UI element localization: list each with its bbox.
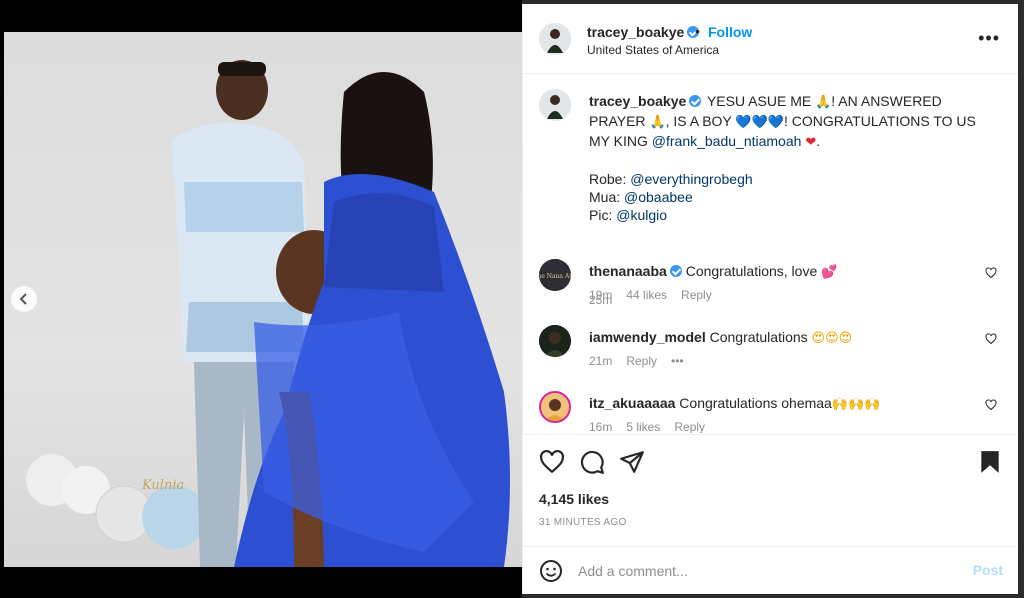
comment-input[interactable] (578, 559, 958, 583)
share-paper-plane-icon[interactable] (619, 449, 645, 475)
comment-text: iamwendy_model Congratulations 😍😍😍 (589, 329, 969, 346)
chevron-left-icon (19, 293, 27, 305)
credit-label: Pic: (589, 207, 617, 223)
comment-item: iamwendy_model Congratulations 😍😍😍 21m R… (539, 325, 1009, 371)
comment-item: The Nana Aba thenanaaba Congratulations,… (539, 259, 1009, 305)
mention-link[interactable]: @everythingrobegh (630, 171, 752, 187)
comment-timestamp[interactable]: 16m (589, 420, 612, 433)
emoji-picker-icon[interactable] (539, 559, 563, 583)
photographer-watermark: Kulnia (142, 478, 185, 493)
commenter-avatar[interactable] (539, 391, 571, 423)
commenter-username[interactable]: iamwendy_model (589, 329, 706, 345)
commenter-avatar[interactable]: The Nana Aba (539, 259, 571, 291)
page-scrollbar[interactable] (1018, 0, 1024, 598)
post-timestamp[interactable]: 31 MINUTES AGO (539, 517, 627, 528)
comment-body: Congratulations ohemaa (679, 395, 832, 411)
user-avatar-image: The Nana Aba (539, 259, 571, 291)
mention-link[interactable]: @obaabee (624, 189, 693, 205)
credit-label: Robe: (589, 171, 631, 187)
verified-badge-icon (669, 265, 682, 277)
post-header: tracey_boakye • Follow United States of … (523, 4, 1018, 74)
svg-text:The Nana Aba: The Nana Aba (539, 273, 571, 280)
comment-text: itz_akuaaaaa Congratulations ohemaa🙌🙌🙌 (589, 395, 969, 412)
caption-text: tracey_boakye YESU ASUE ME 🙏! AN ANSWERE… (589, 92, 989, 224)
post-comment-button[interactable]: Post (973, 562, 1003, 578)
comment-likes-count[interactable]: 5 likes (626, 420, 660, 433)
comment-timestamp[interactable]: 19m (589, 288, 612, 302)
post-actions: 4,145 likes 31 MINUTES AGO (523, 434, 1019, 544)
likes-count[interactable]: 4,145 likes (539, 491, 609, 507)
reply-button[interactable]: Reply (674, 420, 705, 433)
comment-meta: 19m 44 likes Reply (589, 288, 712, 302)
two-hearts-icon: 💕 (821, 265, 838, 280)
caption-username[interactable]: tracey_boakye (589, 93, 702, 109)
caption-segment: YESU ASUE ME (706, 93, 816, 109)
more-options-icon[interactable]: ••• (978, 28, 1000, 49)
post-media: Kulnia (0, 0, 522, 598)
comment-bubble-icon[interactable] (579, 449, 605, 475)
caption-author-avatar[interactable] (539, 89, 571, 121)
comment-body: Congratulations (709, 329, 812, 345)
like-comment-heart-icon[interactable] (985, 267, 997, 279)
raising-hands-icon: 🙌🙌🙌 (831, 397, 881, 412)
commenter-username[interactable]: itz_akuaaaaa (589, 395, 675, 411)
follow-button[interactable]: Follow (708, 24, 752, 40)
like-comment-heart-icon[interactable] (985, 399, 997, 411)
comment-body: Congratulations, love (685, 263, 822, 279)
credit-label: Mua: (589, 189, 625, 205)
user-avatar-image (539, 89, 571, 121)
comment-meta: 16m 5 likes Reply (589, 420, 705, 433)
comment-item: itz_akuaaaaa Congratulations ohemaa🙌🙌🙌 1… (539, 391, 1009, 433)
commenter-username[interactable]: thenanaaba (589, 263, 682, 279)
blue-heart-icon: 💙💙💙 (735, 115, 784, 130)
caption-segment: , IS A BOY (665, 113, 736, 129)
mention-link[interactable]: @frank_badu_ntiamoah (652, 133, 802, 149)
user-avatar-image (539, 23, 571, 55)
post-photo[interactable]: Kulnia (4, 32, 522, 567)
user-avatar-image (541, 393, 569, 421)
caption-username-text[interactable]: tracey_boakye (589, 93, 686, 109)
comment-text: thenanaaba Congratulations, love 💕 (589, 263, 969, 280)
commenter-username-text[interactable]: thenanaaba (589, 263, 667, 279)
reply-button[interactable]: Reply (626, 354, 657, 368)
comment-options-icon[interactable]: ••• (671, 354, 684, 368)
comment-meta: 21m Reply ••• (589, 354, 684, 368)
reply-button[interactable]: Reply (681, 288, 712, 302)
like-comment-heart-icon[interactable] (985, 333, 997, 345)
previous-slide-button[interactable] (11, 286, 37, 312)
comment-likes-count[interactable]: 44 likes (626, 288, 667, 302)
author-avatar[interactable] (539, 23, 571, 55)
comment-timestamp[interactable]: 21m (589, 354, 612, 368)
maternity-photo (26, 60, 510, 567)
bookmark-icon[interactable] (977, 449, 1003, 475)
commenter-avatar[interactable] (539, 325, 571, 357)
mention-link[interactable]: @kulgio (616, 207, 667, 223)
praying-hands-icon: 🙏 (649, 115, 666, 130)
author-username[interactable]: tracey_boakye (587, 24, 700, 40)
header-separator: • (695, 23, 700, 39)
post-location[interactable]: United States of America (587, 43, 719, 57)
user-avatar-image (539, 325, 571, 357)
verified-badge-icon (689, 95, 702, 107)
heart-eyes-icon: 😍😍😍 (811, 331, 853, 346)
add-comment-bar: Post (523, 546, 1019, 594)
caption-segment: . (816, 133, 821, 149)
like-heart-icon[interactable] (539, 449, 565, 475)
comments-section[interactable]: tracey_boakye YESU ASUE ME 🙏! AN ANSWERE… (523, 75, 1019, 433)
post-side-panel: tracey_boakye • Follow United States of … (522, 4, 1019, 594)
red-heart-icon: ❤ (805, 135, 817, 150)
author-username-text[interactable]: tracey_boakye (587, 24, 684, 40)
praying-hands-icon: 🙏 (815, 95, 832, 110)
